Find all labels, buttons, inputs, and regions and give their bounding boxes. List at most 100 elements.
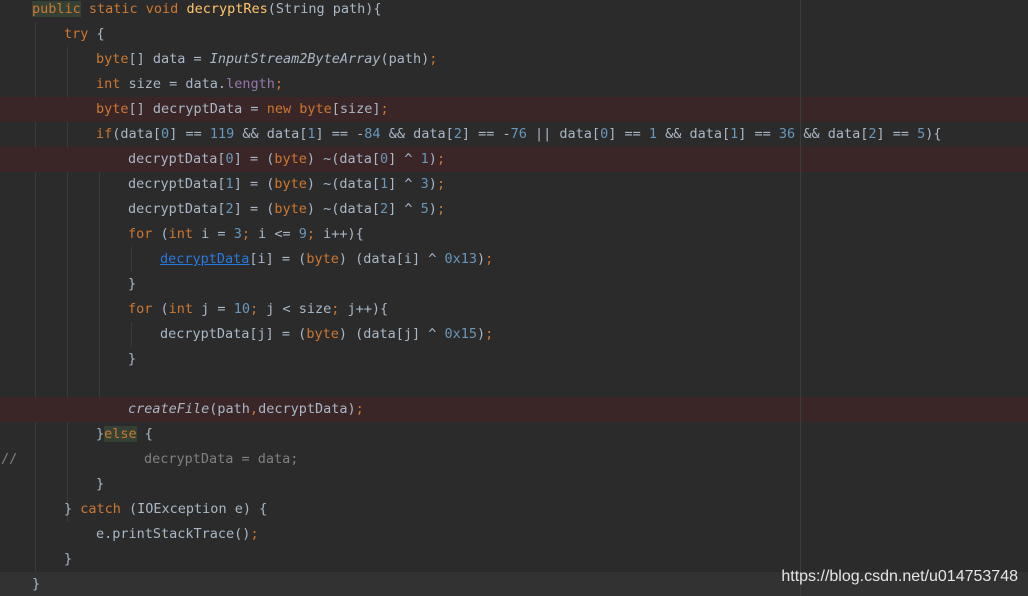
code-text: int size = data.length; (96, 72, 283, 97)
code-line[interactable]: int size = data.length; (0, 72, 1028, 97)
code-line[interactable]: decryptData[1] = (byte) ~(data[1] ^ 3); (0, 172, 1028, 197)
code-token: ( (152, 226, 169, 242)
code-text: } (128, 272, 136, 297)
code-token: else (104, 426, 137, 442)
code-token: 5 (420, 201, 429, 217)
code-line[interactable]: byte[] decryptData = new byte[size]; (0, 97, 1028, 122)
code-text: if(data[0] == 119 && data[1] == -84 && d… (96, 122, 942, 147)
code-token: } (96, 476, 105, 492)
code-line[interactable]: decryptData[0] = (byte) ~(data[0] ^ 1); (0, 147, 1028, 172)
code-line[interactable]: decryptData[i] = (byte) (data[i] ^ 0x13)… (0, 247, 1028, 272)
code-token: ; (331, 301, 348, 317)
code-text: decryptData = data; (144, 447, 298, 472)
code-token: ; (436, 151, 446, 167)
code-token: 0x15 (444, 326, 478, 342)
code-text: decryptData[2] = (byte) ~(data[2] ^ 5); (128, 197, 445, 222)
code-text: decryptData[j] = (byte) (data[j] ^ 0x15)… (160, 322, 493, 347)
code-token: decryptData (160, 251, 250, 267)
code-token: decryptData[ (128, 151, 226, 167)
code-line[interactable]: try { (0, 22, 1028, 47)
code-text: } (64, 547, 72, 572)
code-token: 1 (380, 176, 389, 192)
code-line[interactable]: // decryptData = data; (0, 447, 1028, 472)
code-line[interactable]: } catch (IOException e) { (0, 497, 1028, 522)
code-token: , (249, 401, 259, 417)
code-text: byte[] data = InputStream2ByteArray(path… (96, 47, 437, 72)
code-token: 2 (225, 201, 234, 217)
code-token: && data[ (795, 126, 869, 142)
code-token: byte (306, 326, 339, 342)
code-token: ) (428, 176, 437, 192)
code-token: 2 (380, 201, 389, 217)
code-token: 3 (233, 226, 242, 242)
code-token: 119 (209, 126, 235, 142)
code-token: ; (250, 526, 259, 542)
code-line[interactable]: createFile(path,decryptData); (0, 397, 1028, 422)
code-line[interactable]: decryptData[j] = (byte) (data[j] ^ 0x15)… (0, 322, 1028, 347)
code-token: ){ (925, 126, 942, 142)
code-token: ) ~(data[ (306, 151, 380, 167)
code-text: } (96, 472, 104, 497)
code-token: { (88, 26, 105, 42)
code-token: 10 (233, 301, 250, 317)
code-token: ] == (738, 126, 779, 142)
code-token: ) (428, 201, 437, 217)
code-token: ] == (169, 126, 210, 142)
code-token: 1 (648, 126, 657, 142)
code-token: ; (274, 76, 283, 92)
code-token: int (168, 226, 194, 242)
code-line[interactable]: public static void decryptRes(String pat… (0, 0, 1028, 22)
code-token: decryptData[j] = ( (160, 326, 307, 342)
code-line[interactable]: }else { (0, 422, 1028, 447)
code-token: new (266, 101, 300, 117)
code-editor[interactable]: public static void decryptRes(String pat… (0, 0, 1028, 596)
code-token: ; (485, 251, 494, 267)
code-line[interactable]: if(data[0] == 119 && data[1] == -84 && d… (0, 122, 1028, 147)
code-token: 0 (225, 151, 234, 167)
code-token: byte (274, 201, 307, 217)
code-token: ) (data[i] ^ (338, 251, 445, 267)
code-token: 3 (420, 176, 429, 192)
code-token: i <= (258, 226, 299, 242)
code-line[interactable]: } (0, 472, 1028, 497)
watermark-url: https://blog.csdn.net/u014753748 (781, 568, 1018, 585)
code-token: } (64, 501, 81, 517)
code-token: 0 (600, 126, 609, 142)
code-line[interactable]: for (int i = 3; i <= 9; i++){ (0, 222, 1028, 247)
code-line[interactable] (0, 372, 1028, 397)
code-token: ] == (608, 126, 649, 142)
code-token: ] == - (315, 126, 365, 142)
code-token: try (64, 26, 89, 42)
code-line[interactable]: e.printStackTrace(); (0, 522, 1028, 547)
code-token: } (32, 576, 41, 592)
code-token: j = (193, 301, 234, 317)
code-token: ) ~(data[ (306, 201, 380, 217)
code-token: 84 (364, 126, 381, 142)
code-token: int (96, 76, 121, 92)
code-token: } (96, 426, 105, 442)
code-token: { (136, 426, 153, 442)
code-token: (IOException e) { (120, 501, 268, 517)
code-token: byte (306, 251, 339, 267)
code-token: ; (436, 176, 446, 192)
code-token: } (64, 551, 73, 567)
code-token: decryptData = data; (144, 451, 299, 467)
code-token: length (226, 76, 275, 92)
code-text: }else { (96, 422, 153, 447)
code-token: && data[ (656, 126, 731, 142)
code-text: decryptData[i] = (byte) (data[i] ^ 0x13)… (160, 247, 493, 272)
code-line[interactable]: decryptData[2] = (byte) ~(data[2] ^ 5); (0, 197, 1028, 222)
code-line[interactable]: } (0, 347, 1028, 372)
code-text: e.printStackTrace(); (96, 522, 259, 547)
code-line[interactable]: for (int j = 10; j < size; j++){ (0, 297, 1028, 322)
code-text: } (32, 572, 40, 596)
code-token: for (128, 301, 153, 317)
code-token: decryptRes (186, 1, 268, 17)
code-text: byte[] decryptData = new byte[size]; (96, 97, 389, 122)
code-token: 2 (453, 126, 462, 142)
code-token: if (96, 126, 113, 142)
code-token: byte (299, 101, 332, 117)
code-text: decryptData[0] = (byte) ~(data[0] ^ 1); (128, 147, 445, 172)
code-line[interactable]: byte[] data = InputStream2ByteArray(path… (0, 47, 1028, 72)
code-line[interactable]: } (0, 272, 1028, 297)
